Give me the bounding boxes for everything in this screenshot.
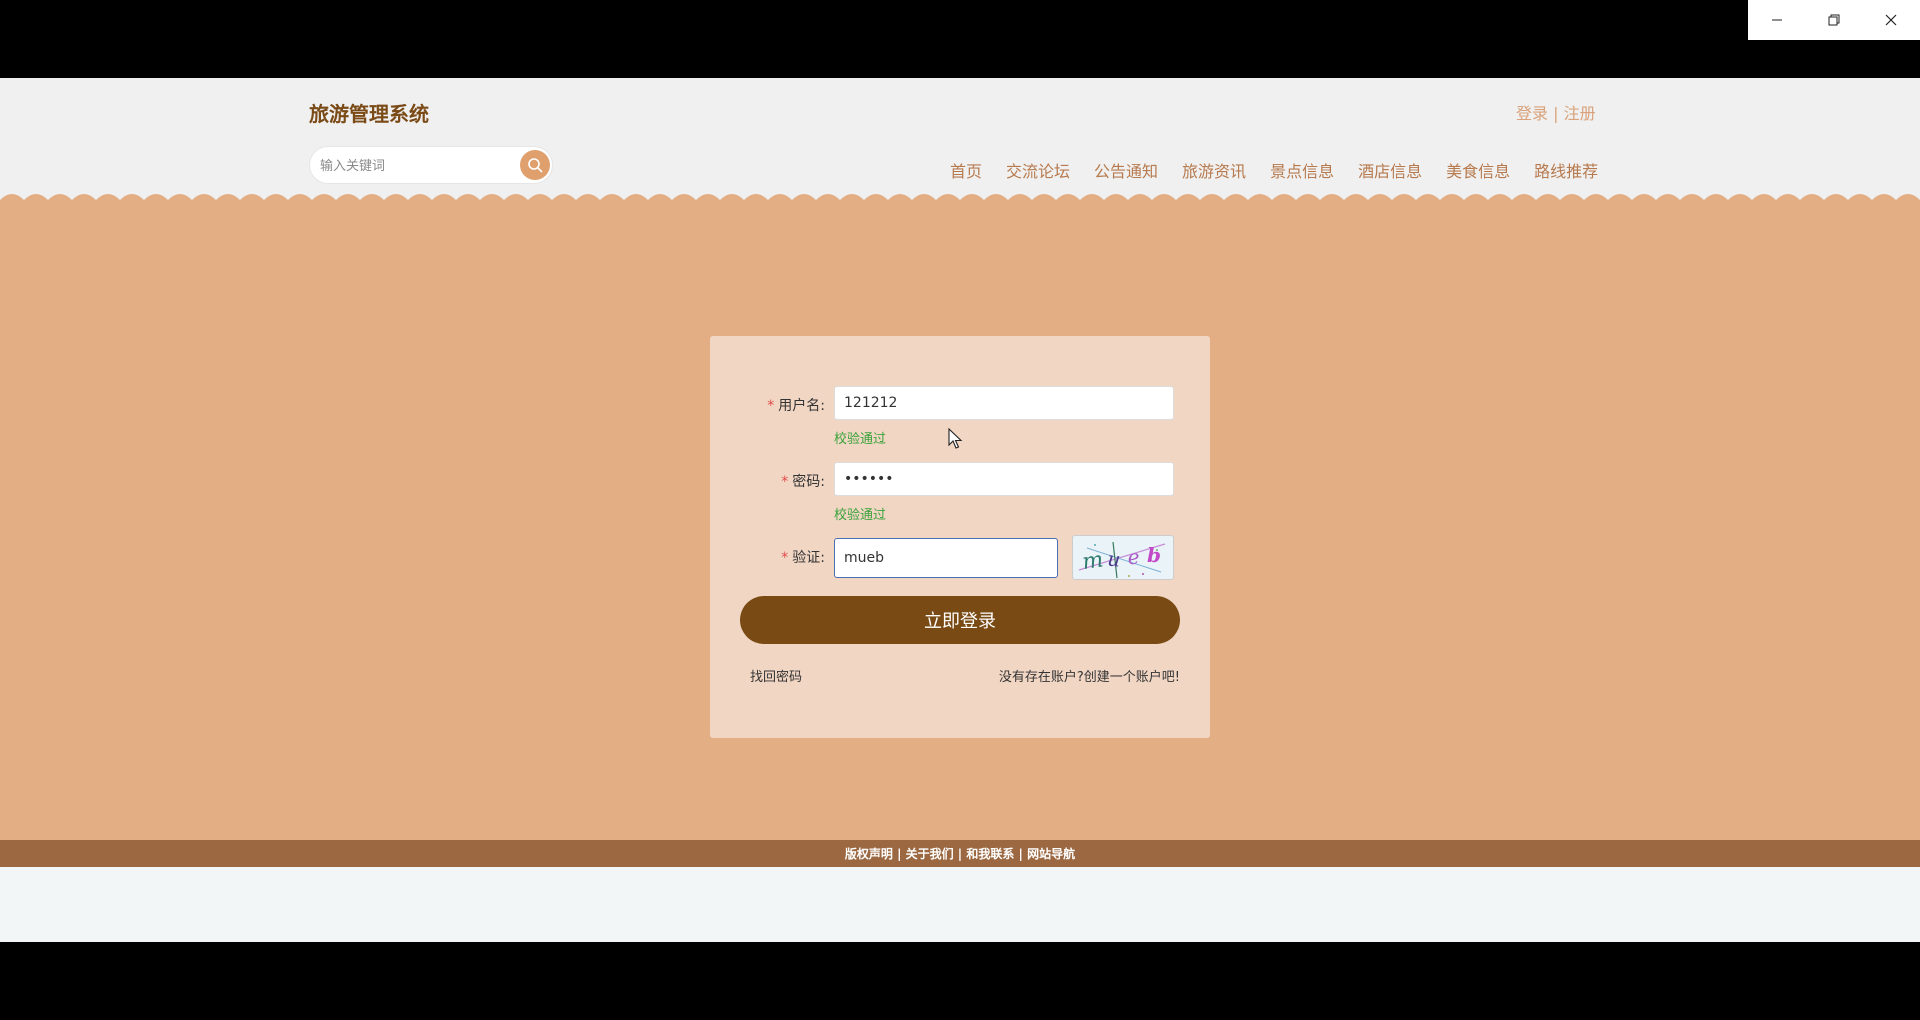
captcha-image[interactable]: m u e b	[1072, 535, 1174, 580]
footer: 版权声明 | 关于我们 | 和我联系 | 网站导航	[0, 840, 1920, 867]
search-box	[309, 146, 553, 184]
captcha-char: u	[1106, 546, 1121, 571]
footer-links: 版权声明 | 关于我们 | 和我联系 | 网站导航	[844, 847, 1076, 861]
password-validation: 校验通过	[834, 508, 887, 523]
required-mark: *	[781, 474, 789, 490]
mouse-cursor-icon	[948, 428, 963, 449]
window-controls	[1748, 0, 1920, 40]
minimize-icon[interactable]	[1748, 0, 1805, 40]
nav-item-routes[interactable]: 路线推荐	[1534, 158, 1598, 182]
required-mark: *	[781, 550, 789, 566]
required-mark: *	[767, 398, 775, 414]
forgot-password-link[interactable]: 找回密码	[750, 666, 802, 685]
taskbar-area	[0, 942, 1920, 1020]
search-button[interactable]	[520, 150, 550, 180]
captcha-char: m	[1081, 547, 1105, 575]
nav-item-hotels[interactable]: 酒店信息	[1358, 158, 1422, 182]
nav-item-home[interactable]: 首页	[950, 158, 982, 182]
captcha-label: * 验证:	[781, 547, 825, 567]
username-label-text: 用户名:	[778, 398, 825, 414]
restore-icon[interactable]	[1805, 0, 1862, 40]
username-label: * 用户名:	[767, 395, 825, 415]
login-card: *用户名: 校验通过 *密码: 校验通过 *验证: m	[710, 336, 1210, 738]
captcha-input[interactable]	[834, 538, 1058, 578]
password-label-text: 密码:	[792, 474, 825, 490]
nav-item-announcements[interactable]: 公告通知	[1094, 158, 1158, 182]
browser-top-bar	[0, 0, 1920, 78]
captcha-char: b	[1147, 543, 1161, 567]
search-icon	[528, 158, 543, 173]
login-link[interactable]: 登录	[1516, 104, 1548, 123]
close-icon[interactable]	[1862, 0, 1919, 40]
register-prompt-link[interactable]: 没有存在账户?创建一个账户吧!	[999, 666, 1180, 685]
auth-links: 登录 | 注册	[1516, 100, 1596, 124]
page-bottom-area	[0, 867, 1920, 942]
login-button[interactable]: 立即登录	[740, 596, 1180, 644]
header-wave-border	[0, 194, 1920, 212]
nav-item-attractions[interactable]: 景点信息	[1270, 158, 1334, 182]
captcha-label-text: 验证:	[792, 550, 825, 566]
nav-item-food[interactable]: 美食信息	[1446, 158, 1510, 182]
username-input[interactable]	[834, 386, 1174, 420]
username-validation: 校验通过	[834, 432, 887, 447]
nav-item-travel-news[interactable]: 旅游资讯	[1182, 158, 1246, 182]
site-header: 旅游管理系统 登录 | 注册 首页 交流论坛 公告通知 旅游资讯 景点信息 酒店…	[0, 78, 1920, 200]
search-input[interactable]	[320, 151, 515, 179]
main-nav: 首页 交流论坛 公告通知 旅游资讯 景点信息 酒店信息 美食信息 路线推荐	[950, 158, 1622, 182]
captcha-char: e	[1127, 545, 1140, 570]
main-area: *用户名: 校验通过 *密码: 校验通过 *验证: m	[0, 200, 1920, 840]
password-input[interactable]	[834, 462, 1174, 496]
nav-item-forum[interactable]: 交流论坛	[1006, 158, 1070, 182]
site-title: 旅游管理系统	[309, 102, 429, 126]
password-label: * 密码:	[781, 471, 825, 491]
register-link[interactable]: 注册	[1564, 104, 1596, 123]
auth-separator: |	[1553, 104, 1559, 123]
